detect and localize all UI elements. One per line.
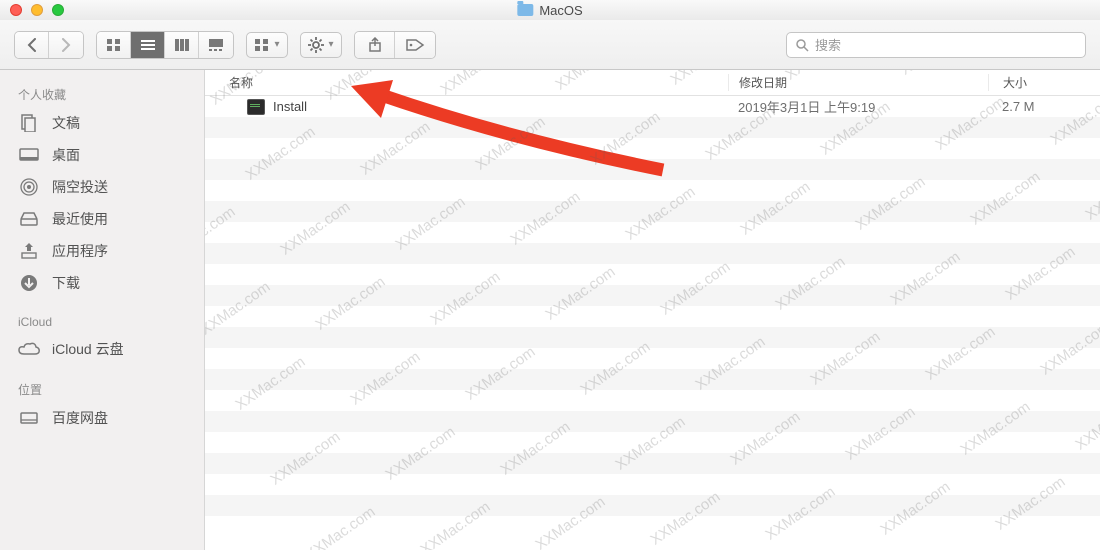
titlebar: MacOS <box>0 0 1100 20</box>
icloud-icon <box>18 340 40 358</box>
sidebar-item-label: 文稿 <box>52 113 80 133</box>
file-name: Install <box>273 99 307 114</box>
sidebar-item-desktop[interactable]: 桌面 <box>0 139 204 171</box>
disk-icon <box>18 409 40 427</box>
search-input[interactable]: 搜索 <box>786 32 1086 58</box>
gallery-icon <box>208 38 224 52</box>
zoom-button[interactable] <box>52 4 64 16</box>
desktop-icon <box>18 146 40 164</box>
folder-icon <box>517 4 533 16</box>
sidebar-item-icloud-drive[interactable]: iCloud 云盘 <box>0 333 204 365</box>
share-icon <box>367 37 383 53</box>
share-button[interactable] <box>355 32 395 58</box>
file-rows: Install 2019年3月1日 上午9:19 2.7 M <box>205 96 1100 537</box>
file-row[interactable]: Install 2019年3月1日 上午9:19 2.7 M <box>205 96 1100 117</box>
sidebar-item-recents[interactable]: 最近使用 <box>0 203 204 235</box>
file-list: 名称 修改日期 大小 Install 2019年3月1日 上午9:19 2.7 … <box>205 70 1100 550</box>
search-icon <box>795 38 809 52</box>
gallery-view-button[interactable] <box>199 32 233 58</box>
file-modified: 2019年3月1日 上午9:19 <box>728 97 988 116</box>
recents-icon <box>18 210 40 228</box>
chevron-down-icon: ▾ <box>274 39 279 50</box>
window-title: MacOS <box>517 3 582 18</box>
nav-group <box>14 31 84 59</box>
view-group <box>96 31 234 59</box>
sidebar-item-label: 下载 <box>52 273 80 293</box>
downloads-icon <box>18 274 40 292</box>
apps-icon <box>18 242 40 260</box>
window-title-text: MacOS <box>539 3 582 18</box>
toolbar: ▾ ▾ 搜索 <box>0 20 1100 70</box>
chevron-right-icon <box>60 38 72 52</box>
share-group <box>354 31 436 59</box>
tags-button[interactable] <box>395 32 435 58</box>
columns-icon <box>174 38 190 52</box>
sidebar: 个人收藏 文稿 桌面 隔空投送 最近使用 应用程序 下载 iCloud iC <box>0 70 205 550</box>
list-view-button[interactable] <box>131 32 165 58</box>
sidebar-header-favorites: 个人收藏 <box>0 80 204 107</box>
grid-icon <box>106 38 122 52</box>
sidebar-header-icloud: iCloud <box>0 309 204 333</box>
sidebar-item-label: iCloud 云盘 <box>52 339 124 359</box>
airdrop-icon <box>18 178 40 196</box>
sidebar-item-label: 百度网盘 <box>52 408 108 428</box>
file-size: 2.7 M <box>988 99 1100 114</box>
sidebar-item-downloads[interactable]: 下载 <box>0 267 204 299</box>
sidebar-item-label: 应用程序 <box>52 241 108 261</box>
sidebar-item-airdrop[interactable]: 隔空投送 <box>0 171 204 203</box>
chevron-left-icon <box>26 38 38 52</box>
close-button[interactable] <box>10 4 22 16</box>
column-header-modified[interactable]: 修改日期 <box>728 74 988 91</box>
sidebar-item-label: 桌面 <box>52 145 80 165</box>
tag-icon <box>405 38 425 52</box>
chevron-down-icon: ▾ <box>328 39 333 50</box>
executable-icon <box>247 99 265 115</box>
list-icon <box>140 38 156 52</box>
back-button[interactable] <box>15 32 49 58</box>
column-view-button[interactable] <box>165 32 199 58</box>
sidebar-item-baidu-netdisk[interactable]: 百度网盘 <box>0 402 204 434</box>
column-header-name[interactable]: 名称 <box>205 74 728 91</box>
sidebar-item-documents[interactable]: 文稿 <box>0 107 204 139</box>
search-placeholder: 搜索 <box>815 35 841 54</box>
gear-icon <box>308 37 324 53</box>
document-icon <box>18 114 40 132</box>
forward-button[interactable] <box>49 32 83 58</box>
column-header-size[interactable]: 大小 <box>988 74 1100 91</box>
icon-view-button[interactable] <box>97 32 131 58</box>
arrange-button[interactable]: ▾ <box>246 32 288 58</box>
window-controls <box>10 4 64 16</box>
arrange-icon <box>254 38 270 52</box>
action-button[interactable]: ▾ <box>300 32 342 58</box>
sidebar-item-label: 最近使用 <box>52 209 108 229</box>
minimize-button[interactable] <box>31 4 43 16</box>
column-header-row: 名称 修改日期 大小 <box>205 70 1100 96</box>
sidebar-item-applications[interactable]: 应用程序 <box>0 235 204 267</box>
sidebar-header-locations: 位置 <box>0 375 204 402</box>
sidebar-item-label: 隔空投送 <box>52 177 108 197</box>
